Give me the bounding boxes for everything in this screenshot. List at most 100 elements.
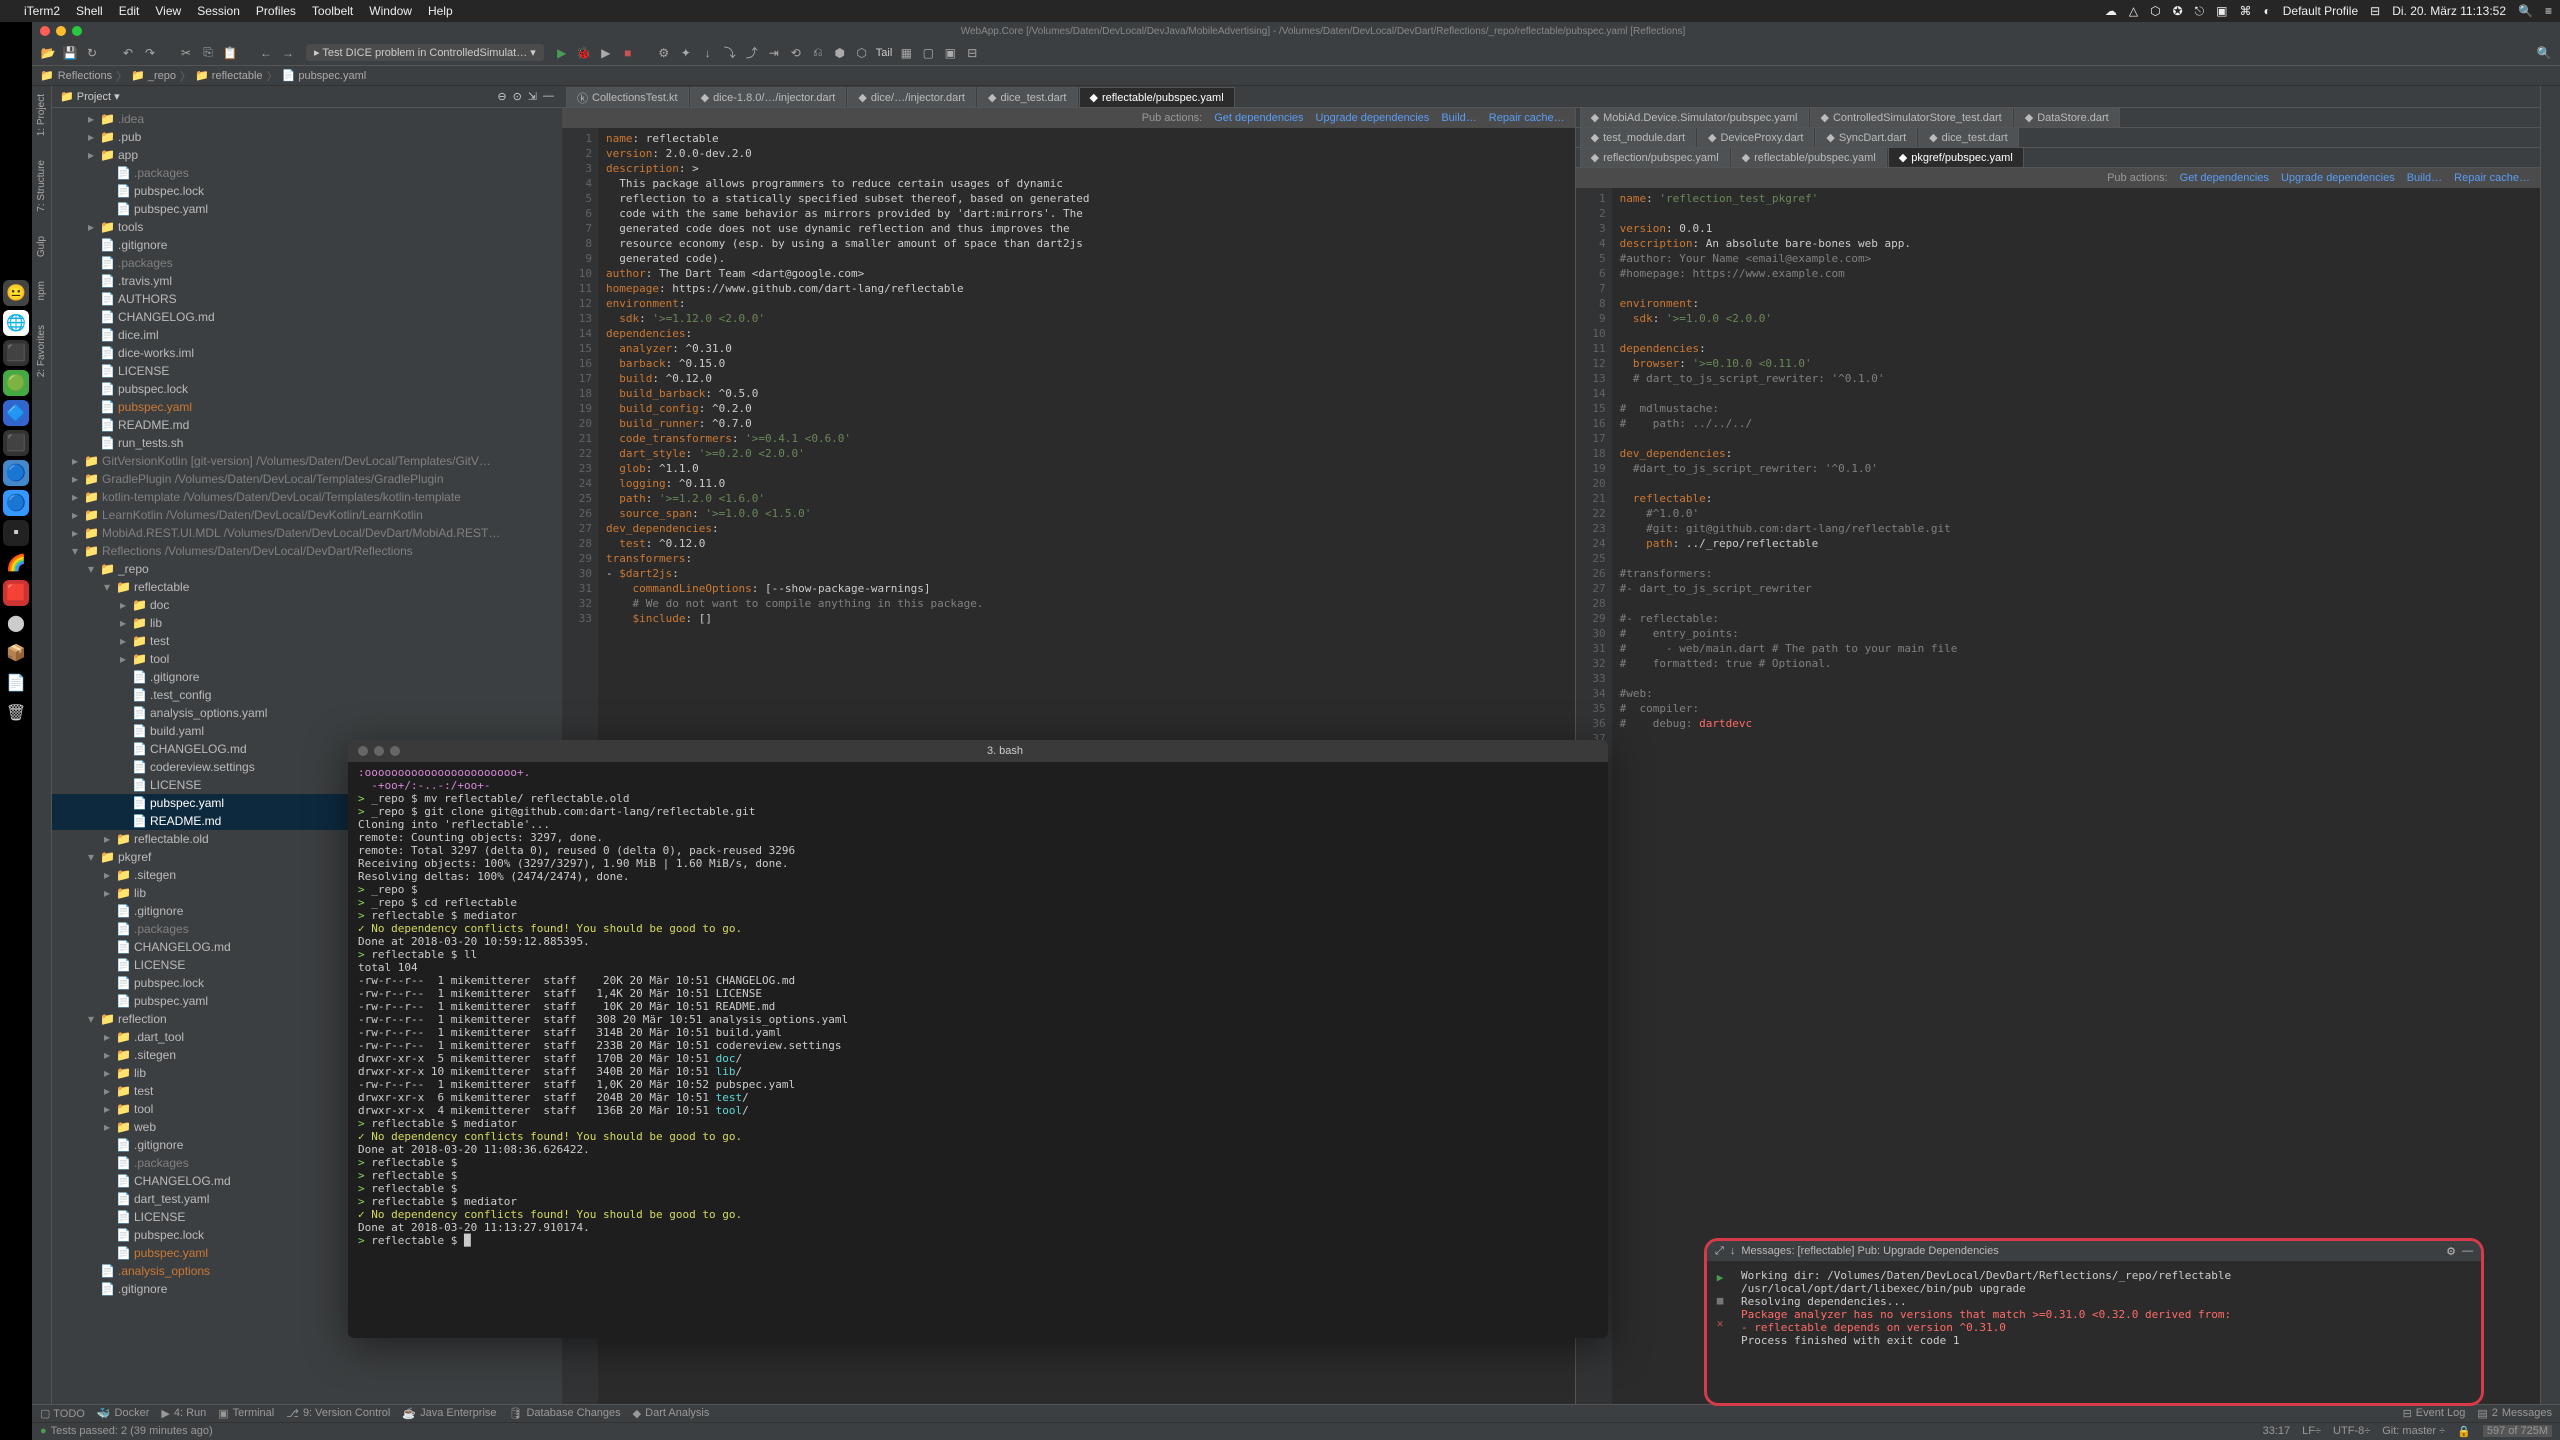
menubar-icon[interactable]: ✪ <box>2173 4 2183 18</box>
tree-row[interactable]: 📄README.md <box>52 416 562 434</box>
project-dropdown[interactable]: 📁 Project ▾ <box>60 90 120 103</box>
menubar-icon[interactable]: ⬡ <box>2150 4 2160 18</box>
structure-tool-button[interactable]: 7: Structure <box>34 156 49 216</box>
tool-icon[interactable]: ⎌ <box>810 45 826 61</box>
upgrade-dependencies-link[interactable]: Upgrade dependencies <box>2281 172 2395 184</box>
git-branch[interactable]: Git: master ÷ <box>2382 1425 2445 1437</box>
run-config-selector[interactable]: ▸ Test DICE problem in ControlledSimulat… <box>306 44 544 61</box>
dock-terminal[interactable]: ▪ <box>3 520 29 546</box>
tree-row[interactable]: 📄LICENSE <box>52 362 562 380</box>
tree-row[interactable]: ▸📁kotlin-template /Volumes/Daten/DevLoca… <box>52 488 562 506</box>
tree-row[interactable]: ▸📁lib <box>52 614 562 632</box>
close-button[interactable] <box>358 746 368 756</box>
dock-finder[interactable]: 😐 <box>3 280 29 306</box>
rerun-icon[interactable]: ▶ <box>1717 1271 1724 1284</box>
docker-button[interactable]: 🐳 Docker <box>97 1407 150 1420</box>
dock-app[interactable]: ⬛ <box>3 430 29 456</box>
tab[interactable]: ◆ MobiAd.Device.Simulator/pubspec.yaml <box>1580 107 1809 127</box>
tool-icon[interactable]: ⬢ <box>832 45 848 61</box>
open-icon[interactable]: 📂 <box>40 45 56 61</box>
tree-row[interactable]: ▾📁Reflections /Volumes/Daten/DevLocal/De… <box>52 542 562 560</box>
line-sep[interactable]: LF÷ <box>2302 1425 2321 1437</box>
gulp-tool-button[interactable]: Gulp <box>34 232 49 261</box>
tree-row[interactable]: ▾📁reflectable <box>52 578 562 596</box>
tool-icon[interactable]: ⟲ <box>788 45 804 61</box>
menu-view[interactable]: View <box>155 4 181 18</box>
restore-icon[interactable]: ⤢ <box>1715 1245 1724 1258</box>
maximize-button[interactable] <box>72 26 82 36</box>
tool-icon[interactable]: ⊟ <box>964 45 980 61</box>
default-profile[interactable]: Default Profile <box>2283 4 2358 18</box>
breadcrumb-item[interactable]: 📁 _repo <box>131 69 176 82</box>
debug-icon[interactable]: 🐞 <box>576 45 592 61</box>
get-dependencies-link[interactable]: Get dependencies <box>1214 112 1303 124</box>
pin-icon[interactable]: ↓ <box>1730 1245 1736 1257</box>
stop-icon[interactable]: ■ <box>1717 1294 1724 1307</box>
tab[interactable]: ◆ test_module.dart <box>1580 127 1696 147</box>
dock-app[interactable]: 📄 <box>3 670 29 696</box>
tab[interactable]: ⓚ CollectionsTest.kt <box>566 87 689 107</box>
tab[interactable]: ◆ SyncDart.dart <box>1815 127 1917 147</box>
tool-icon[interactable]: ⤵ <box>722 45 738 61</box>
messages-output[interactable]: Working dir: /Volumes/Daten/DevLocal/Dev… <box>1733 1265 2481 1399</box>
menu-edit[interactable]: Edit <box>119 4 140 18</box>
minimize-button[interactable] <box>56 26 66 36</box>
cut-icon[interactable]: ✂ <box>178 45 194 61</box>
memory-indicator[interactable]: 597 of 725M <box>2483 1425 2552 1437</box>
tab[interactable]: ◆ dice_test.dart <box>977 87 1078 107</box>
tree-row[interactable]: ▸📁MobiAd.REST.UI.MDL /Volumes/Daten/DevL… <box>52 524 562 542</box>
tab[interactable]: ◆ dice-1.8.0/…/injector.dart <box>690 87 847 107</box>
project-tool-button[interactable]: 1: Project <box>34 90 49 140</box>
get-dependencies-link[interactable]: Get dependencies <box>2180 172 2269 184</box>
menubar-icon[interactable]: ⌘ <box>2240 4 2252 18</box>
dock-app[interactable]: 🟢 <box>3 370 29 396</box>
dock-app[interactable]: 🔵 <box>3 490 29 516</box>
menu-toolbelt[interactable]: Toolbelt <box>312 4 353 18</box>
tree-row[interactable]: 📄build.yaml <box>52 722 562 740</box>
tree-row[interactable]: ▾📁_repo <box>52 560 562 578</box>
tool-icon[interactable]: ✦ <box>678 45 694 61</box>
tree-row[interactable]: 📄dice.iml <box>52 326 562 344</box>
event-log-button[interactable]: ⊟ Event Log <box>2403 1407 2466 1420</box>
lock-icon[interactable]: 🔒 <box>2457 1425 2471 1438</box>
tree-row[interactable]: ▸📁GitVersionKotlin [git-version] /Volume… <box>52 452 562 470</box>
dbchanges-button[interactable]: 🛢 Database Changes <box>509 1407 621 1420</box>
tree-row[interactable]: ▸📁app <box>52 146 562 164</box>
build-link[interactable]: Build… <box>2407 172 2442 184</box>
tree-row[interactable]: 📄CHANGELOG.md <box>52 308 562 326</box>
hide-icon[interactable]: — <box>543 90 554 103</box>
javaee-button[interactable]: ☕ Java Enterprise <box>402 1407 496 1420</box>
dock-app[interactable]: 🌈 <box>3 550 29 576</box>
menubar-icon[interactable]: ☁ <box>2105 4 2117 18</box>
tree-row[interactable]: 📄pubspec.yaml <box>52 398 562 416</box>
breadcrumb-item[interactable]: 📁 reflectable <box>195 69 263 82</box>
dart-analysis-button[interactable]: ◆ Dart Analysis <box>633 1407 710 1420</box>
breadcrumb-item[interactable]: Reflections <box>58 70 112 82</box>
terminal-output[interactable]: :ooooooooooooooooooooooo+. -+oo+/:-..-:/… <box>348 762 1608 1338</box>
tree-row[interactable]: 📄.packages <box>52 254 562 272</box>
tool-icon[interactable]: ⇥ <box>766 45 782 61</box>
upgrade-dependencies-link[interactable]: Upgrade dependencies <box>1316 112 1430 124</box>
run-icon[interactable]: ▶ <box>554 45 570 61</box>
dock-app[interactable]: ⬤ <box>3 610 29 636</box>
tree-row[interactable]: 📄run_tests.sh <box>52 434 562 452</box>
dock-chrome[interactable]: 🌐 <box>3 310 29 336</box>
menubar-icon[interactable]: ▣ <box>2216 4 2227 18</box>
stop-icon[interactable]: ■ <box>620 45 636 61</box>
paste-icon[interactable]: 📋 <box>222 45 238 61</box>
search-icon[interactable]: 🔍 <box>2536 45 2552 61</box>
gear-icon[interactable]: ⇲ <box>528 90 537 103</box>
repair-cache-link[interactable]: Repair cache… <box>2454 172 2530 184</box>
tool-icon[interactable]: ⚙ <box>656 45 672 61</box>
menu-window[interactable]: Window <box>369 4 412 18</box>
save-icon[interactable]: 💾 <box>62 45 78 61</box>
tree-row[interactable]: ▸📁GradlePlugin /Volumes/Daten/DevLocal/T… <box>52 470 562 488</box>
menu-session[interactable]: Session <box>197 4 240 18</box>
tree-row[interactable]: 📄pubspec.lock <box>52 380 562 398</box>
forward-icon[interactable]: → <box>280 45 296 61</box>
build-link[interactable]: Build… <box>1441 112 1476 124</box>
encoding[interactable]: UTF-8÷ <box>2333 1425 2370 1437</box>
tab-active[interactable]: ◆ pkgref/pubspec.yaml <box>1888 147 2024 167</box>
dock-app[interactable]: 🟥 <box>3 580 29 606</box>
menubar-icon[interactable]: △ <box>2129 4 2138 18</box>
